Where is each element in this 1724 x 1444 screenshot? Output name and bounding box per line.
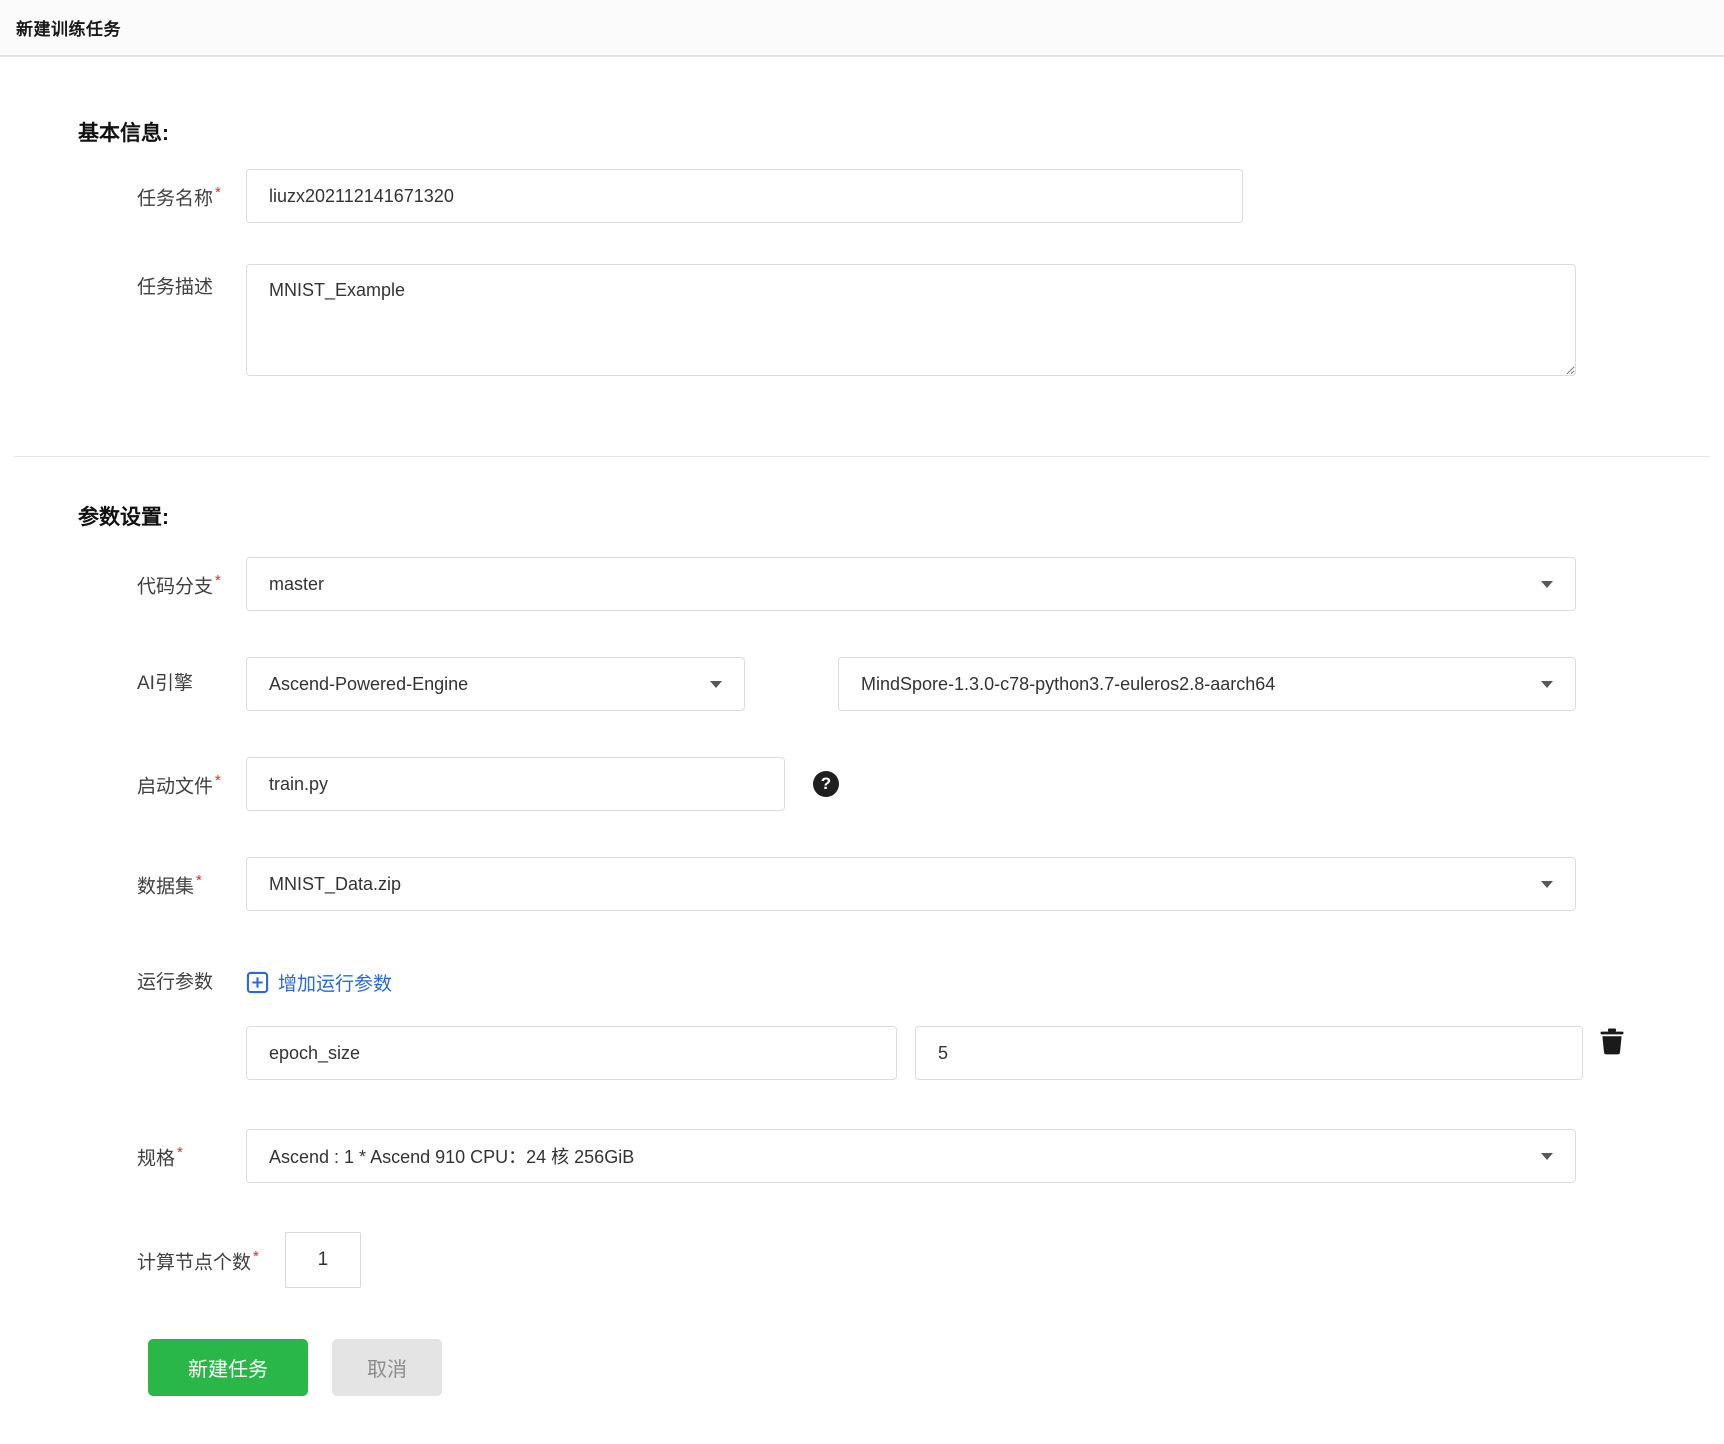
- dataset-label: 数据集 *: [137, 871, 202, 898]
- task-name-label: 任务名称 *: [137, 183, 221, 210]
- code-branch-label: 代码分支 *: [137, 571, 221, 598]
- ai-engine-row: AI引擎 Ascend-Powered-Engine MindSpore-1.3…: [137, 657, 1724, 711]
- param-settings-heading: 参数设置:: [78, 506, 169, 529]
- chevron-down-icon: [710, 680, 722, 688]
- required-asterisk: *: [215, 571, 221, 589]
- code-branch-value: master: [269, 573, 325, 594]
- run-params-label: 运行参数: [137, 971, 214, 993]
- engine-version-select[interactable]: MindSpore-1.3.0-c78-python3.7-euleros2.8…: [838, 657, 1576, 711]
- task-name-input[interactable]: [246, 169, 1243, 223]
- add-run-param-link[interactable]: 增加运行参数: [246, 969, 392, 996]
- page-title: 新建训练任务: [16, 20, 121, 39]
- dataset-select[interactable]: MNIST_Data.zip: [246, 857, 1576, 911]
- task-name-row: 任务名称 *: [137, 169, 1724, 223]
- ai-engine-value: Ascend-Powered-Engine: [269, 673, 469, 694]
- required-asterisk: *: [215, 771, 221, 789]
- run-params-row: 运行参数 增加运行参数: [137, 969, 1724, 996]
- chevron-down-icon: [1541, 1152, 1553, 1160]
- task-desc-textarea[interactable]: MNIST_Example: [246, 264, 1576, 376]
- run-param-value-input[interactable]: [915, 1026, 1583, 1080]
- code-branch-row: 代码分支 * master: [137, 557, 1724, 611]
- required-asterisk: *: [215, 183, 221, 201]
- required-asterisk: *: [196, 871, 202, 889]
- page-header: 新建训练任务: [0, 0, 1724, 57]
- code-branch-select[interactable]: master: [246, 557, 1576, 611]
- add-run-param-text: 增加运行参数: [278, 974, 393, 995]
- spec-row: 规格 * Ascend : 1 * Ascend 910 CPU：24 核 256…: [137, 1129, 1724, 1183]
- ai-engine-label: AI引擎: [137, 673, 193, 694]
- dataset-value: MNIST_Data.zip: [269, 873, 402, 894]
- run-param-kv-row: [246, 1026, 1724, 1080]
- delete-param-button[interactable]: [1600, 1028, 1624, 1058]
- dataset-row: 数据集 * MNIST_Data.zip: [137, 857, 1724, 911]
- node-count-row: 计算节点个数 *: [137, 1232, 1724, 1288]
- basic-info-heading: 基本信息:: [78, 122, 169, 145]
- chevron-down-icon: [1541, 580, 1553, 588]
- spec-value: Ascend : 1 * Ascend 910 CPU：24 核 256GiB: [269, 1147, 635, 1167]
- required-asterisk: *: [177, 1143, 183, 1161]
- node-count-input[interactable]: [284, 1232, 361, 1288]
- node-count-label: 计算节点个数 *: [137, 1247, 259, 1274]
- task-desc-row: 任务描述 MNIST_Example: [137, 264, 1724, 376]
- required-asterisk: *: [253, 1247, 259, 1265]
- plus-square-icon: [246, 971, 269, 994]
- boot-file-input[interactable]: [246, 757, 785, 811]
- spec-select[interactable]: Ascend : 1 * Ascend 910 CPU：24 核 256GiB: [246, 1129, 1576, 1183]
- engine-version-value: MindSpore-1.3.0-c78-python3.7-euleros2.8…: [861, 673, 1276, 694]
- boot-file-label: 启动文件 *: [137, 771, 221, 798]
- task-desc-label: 任务描述: [137, 277, 214, 298]
- chevron-down-icon: [1541, 680, 1553, 688]
- help-question-icon[interactable]: ?: [813, 771, 839, 797]
- action-buttons: 新建任务 取消: [148, 1339, 1724, 1396]
- run-param-key-input[interactable]: [246, 1026, 897, 1080]
- boot-file-row: 启动文件* ?: [137, 757, 1724, 811]
- cancel-button[interactable]: 取消: [332, 1339, 442, 1396]
- section-divider: [14, 456, 1710, 457]
- trash-icon: [1600, 1028, 1624, 1058]
- ai-engine-select[interactable]: Ascend-Powered-Engine: [246, 657, 745, 711]
- create-task-button[interactable]: 新建任务: [148, 1339, 308, 1396]
- spec-label: 规格 *: [137, 1143, 183, 1170]
- chevron-down-icon: [1541, 880, 1553, 888]
